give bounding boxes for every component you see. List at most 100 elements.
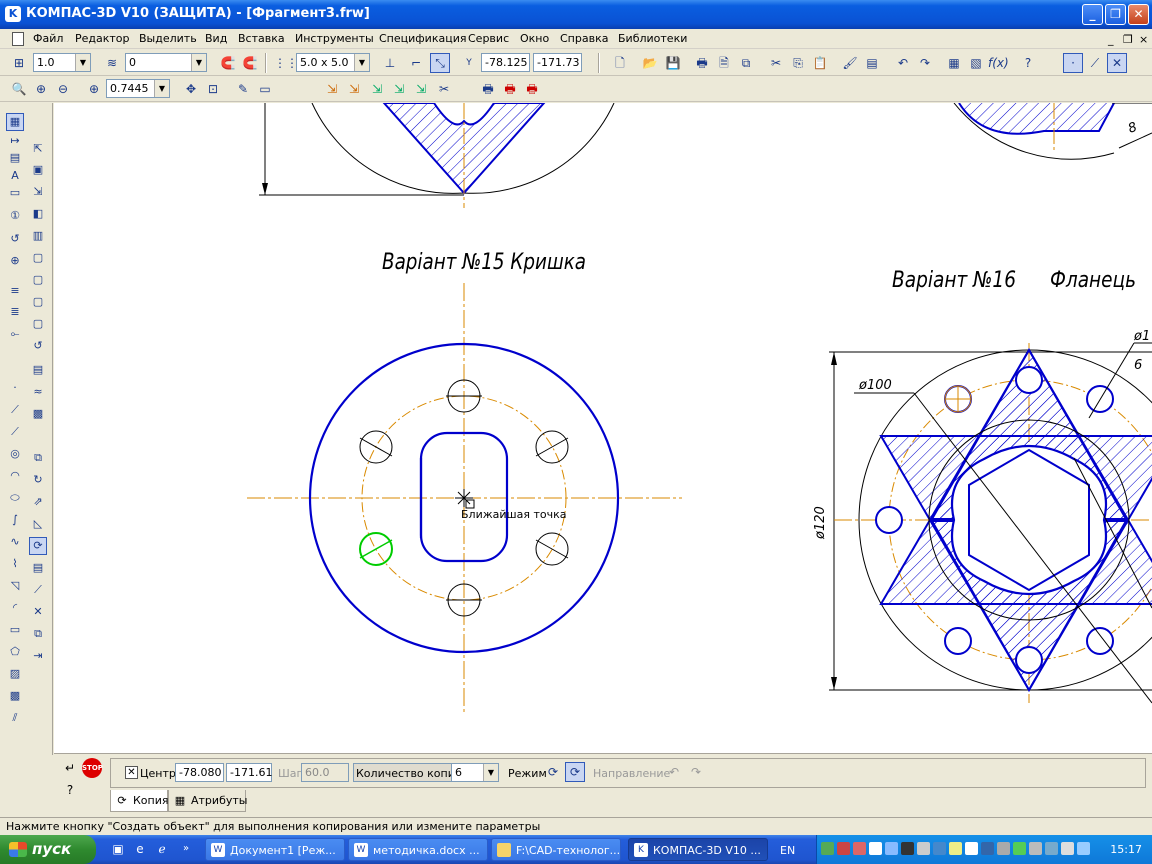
task-word-metodichka[interactable]: Wметодичка.docx ... (348, 838, 488, 861)
symmetry-icon[interactable]: ◧ (29, 205, 47, 223)
mode-full-icon[interactable]: ⟳ (565, 762, 585, 782)
ortho-icon[interactable]: ⌐ (406, 53, 426, 73)
associative-view-icon[interactable]: ⊕ (6, 252, 24, 270)
rectangle-icon[interactable]: ▭ (6, 621, 24, 639)
layer-icon[interactable]: ≋ (102, 53, 122, 73)
scale-object-icon[interactable]: ⇲ (29, 183, 47, 201)
fillet-icon[interactable]: ◜ (6, 599, 24, 617)
circle-icon[interactable]: ◎ (6, 445, 24, 463)
geometry-panel-icon[interactable]: ▦ (6, 113, 24, 131)
wave-icon[interactable]: ≈ (29, 383, 47, 401)
extend-icon[interactable]: ▢ (29, 315, 47, 333)
trim-icon[interactable]: ▢ (29, 293, 47, 311)
center-y-field[interactable]: -171.61 (226, 763, 272, 782)
copy-grid-icon[interactable]: ↻ (29, 471, 47, 489)
undo-geom-icon[interactable]: ↺ (29, 337, 47, 355)
offset-icon[interactable]: ▤ (29, 559, 47, 577)
spec-panel-icon[interactable]: ≡ (6, 282, 24, 300)
menu-select[interactable]: Выделить (139, 32, 197, 45)
task-word-document1[interactable]: W Документ1 [Реж... (205, 838, 345, 861)
spec-print-icon[interactable]: 🖶 (478, 79, 498, 99)
round-coords-icon[interactable]: ⤡ (430, 53, 450, 73)
show-all-icon[interactable]: ⊡ (203, 79, 223, 99)
start-button[interactable]: пуск (0, 835, 96, 864)
close-button[interactable]: ✕ (1128, 4, 1149, 25)
menu-specification[interactable]: Спецификация (379, 32, 466, 45)
layer-combo[interactable]: 0 ▼ (125, 53, 207, 72)
align-icon[interactable]: ⇥ (29, 647, 47, 665)
redo-icon[interactable]: ↷ (915, 53, 935, 73)
stretch-icon[interactable]: ◺ (29, 515, 47, 533)
variables-icon[interactable]: f(x) (988, 53, 1009, 73)
direction-cw-icon[interactable]: ↷ (686, 762, 706, 782)
menu-file[interactable]: Файл (33, 32, 63, 45)
segment-icon[interactable]: ⟋ (6, 423, 24, 441)
quicklaunch-ie-icon[interactable]: e (132, 841, 148, 857)
help-icon[interactable]: ? (1018, 53, 1038, 73)
tray-battery-icon[interactable] (1045, 842, 1058, 855)
spec-object-icon[interactable]: ⇲ (322, 79, 342, 99)
menu-window[interactable]: Окно (520, 32, 549, 45)
scale-combo[interactable]: 1.0 ▼ (33, 53, 91, 72)
measure-panel-icon[interactable]: ① (6, 207, 24, 225)
snap-intersection-icon[interactable]: ✕ (1107, 53, 1127, 73)
deform-icon[interactable]: ▢ (29, 249, 47, 267)
copy-along-icon[interactable]: ⧉ (29, 449, 47, 467)
grid-step-combo[interactable]: 5.0 x 5.0 ▼ (296, 53, 370, 72)
tray-display-icon[interactable] (1029, 842, 1042, 855)
mdi-restore-icon[interactable]: ❐ (1123, 33, 1133, 46)
zoom-out-icon[interactable]: ⊖ (53, 79, 73, 99)
tray-pdf-icon[interactable] (853, 842, 866, 855)
shift-icon[interactable]: ▩ (29, 405, 47, 423)
display-icon[interactable]: ▭ (255, 79, 275, 99)
copy-object-icon[interactable]: ▥ (29, 227, 47, 245)
lid-drawing[interactable]: Ближайшая точка (247, 283, 682, 715)
quicklaunch-more-icon[interactable]: » (178, 841, 194, 857)
restore-button[interactable]: ❐ (1105, 4, 1126, 25)
manager-icon[interactable]: ▦ (944, 53, 964, 73)
clip-icon[interactable]: ▤ (29, 361, 47, 379)
copy-circle-icon[interactable]: ⟳ (29, 537, 47, 555)
snap-line-icon[interactable]: ⟋ (1085, 53, 1105, 73)
redraw-icon[interactable]: ✎ (233, 79, 253, 99)
cursor-y-field[interactable]: -171.73 (533, 53, 582, 72)
spec-edit-icon[interactable]: ⇲ (389, 79, 409, 99)
grid-icon[interactable]: ⋮⋮ (274, 53, 298, 73)
enter-icon[interactable]: ↵ (60, 758, 80, 778)
chamfer-icon[interactable]: ◹ (6, 577, 24, 595)
point-icon[interactable]: · (6, 379, 24, 397)
copy-curve-icon[interactable]: ⇗ (29, 493, 47, 511)
save-icon[interactable]: 💾 (663, 53, 683, 73)
ellipse-icon[interactable]: ⬭ (6, 489, 24, 507)
tray-cpu-icon[interactable] (997, 842, 1010, 855)
tray-wifi-icon[interactable] (1077, 842, 1090, 855)
cursor-x-field[interactable]: -78.125 (481, 53, 530, 72)
move-icon[interactable]: ⇱ (29, 140, 47, 158)
zoom-scale-icon[interactable]: ⊕ (84, 79, 104, 99)
menu-help[interactable]: Справка (560, 32, 608, 45)
paste-icon[interactable]: 📋 (810, 53, 830, 73)
scale-icon[interactable]: ⊞ (9, 53, 29, 73)
contour-icon[interactable]: ⬠ (6, 643, 24, 661)
notation-panel-icon[interactable]: ▤ (6, 149, 24, 167)
quicklaunch-media-icon[interactable]: ℯ (154, 841, 170, 857)
polyline-icon[interactable]: ⌇ (6, 555, 24, 573)
pan-icon[interactable]: ✥ (181, 79, 201, 99)
tray-monitor-icon[interactable] (901, 842, 914, 855)
select-panel-icon[interactable]: ↺ (6, 230, 24, 248)
spec-tools-icon[interactable]: ✂ (434, 79, 454, 99)
hatch-icon[interactable]: ▨ (6, 665, 24, 683)
menu-tools[interactable]: Инструменты (295, 32, 374, 45)
break-icon[interactable]: ▢ (29, 271, 47, 289)
spec-show-icon[interactable]: ⇲ (411, 79, 431, 99)
copies-combo[interactable]: 6 ▼ (451, 763, 499, 782)
help-panel-icon[interactable]: ? (60, 780, 80, 800)
flange-drawing[interactable]: ø120 ø100 ø1 6 (813, 329, 1152, 704)
parametrization-panel-icon[interactable]: ▭ (6, 184, 24, 202)
tab-copy[interactable]: ⟳ Копия (110, 790, 169, 812)
step-field[interactable]: 60.0 (301, 763, 349, 782)
task-explorer-cad[interactable]: F:\CAD-технолог... (491, 838, 621, 861)
dimensions-panel-icon[interactable]: ↦ (6, 132, 24, 150)
spec-report-icon[interactable]: 🖶 (500, 79, 520, 99)
view-manager-icon[interactable]: ⧉ (736, 53, 756, 73)
